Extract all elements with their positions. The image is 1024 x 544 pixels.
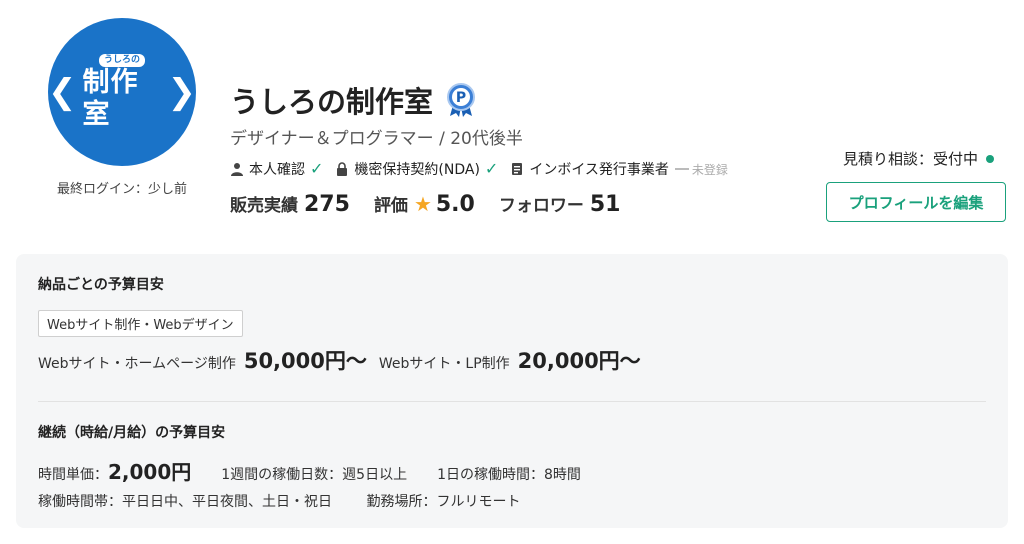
days-per-week: 1週間の稼働日数：週5日以上 xyxy=(221,467,408,483)
followers-label: フォロワー xyxy=(498,196,584,216)
estimate-status: 見積り相談：受付中 xyxy=(843,148,994,169)
rating-value: 5.0 xyxy=(435,192,475,217)
estimate-status-label: 見積り相談：受付中 xyxy=(842,150,978,168)
verification-nda: 機密保持契約(NDA) ✓ xyxy=(335,159,498,179)
continuous-row: 時間単価： 2,000円 1週間の稼働日数：週5日以上 1日の稼働時間：8時間 xyxy=(38,456,986,485)
avatar: ❮ うしろの 制作室 ❯ xyxy=(48,18,196,166)
name-row: うしろの制作室 P xyxy=(230,80,810,120)
status-dot-icon xyxy=(986,154,994,163)
rating-label: 評価 xyxy=(373,196,408,216)
invoice-unregistered: 未登録 xyxy=(674,161,728,178)
logo-small-text: うしろの xyxy=(98,53,145,67)
budget-section: 納品ごとの予算目安 Webサイト制作・Webデザイン Webサイト・ホームページ… xyxy=(16,254,1008,528)
sales-value: 275 xyxy=(304,192,350,217)
price-label: Webサイト・ホームページ制作 xyxy=(38,356,236,372)
verification-row: 本人確認 ✓ 機密保持契約(NDA) ✓ インボイス発行事業者 未登録 xyxy=(230,159,810,179)
lock-icon xyxy=(337,162,348,176)
profile-info: うしろの制作室 P デザイナー＆プログラマー / 20代後半 本人確認 ✓ 機密… xyxy=(230,80,810,217)
time-slots: 稼働時間帯：平日日中、平日夜間、土日・祝日 xyxy=(38,494,332,510)
check-icon: ✓ xyxy=(310,159,324,178)
verification-label: 機密保持契約(NDA) xyxy=(354,162,480,178)
dash-icon xyxy=(674,168,689,170)
logo-right-bracket: ❯ xyxy=(167,72,197,112)
avatar-section: ❮ うしろの 制作室 ❯ 最終ログイン：少し前 xyxy=(48,18,196,197)
logo-text-stack: うしろの 制作室 xyxy=(82,53,162,131)
svg-text:P: P xyxy=(456,90,466,106)
category-tag: Webサイト制作・Webデザイン xyxy=(38,310,243,337)
hours-per-day: 1日の稼働時間：8時間 xyxy=(437,467,581,483)
per-delivery-title: 納品ごとの予算目安 xyxy=(38,277,164,293)
continuous-title: 継続（時給/月給）の予算目安 xyxy=(38,425,226,441)
edit-profile-button[interactable]: プロフィールを編集 xyxy=(826,182,1006,222)
divider xyxy=(38,401,986,402)
last-login: 最終ログイン：少し前 xyxy=(56,182,187,197)
logo-main-text: 制作室 xyxy=(82,66,139,130)
stats-row: 販売実績 275 評価 ★ 5.0 フォロワー 51 xyxy=(230,191,810,217)
unregistered-label: 未登録 xyxy=(691,162,728,177)
price-value: 20,000円〜 xyxy=(517,349,641,373)
profile-subtitle: デザイナー＆プログラマー / 20代後半 xyxy=(230,129,523,149)
person-icon xyxy=(231,163,243,176)
work-location: 勤務場所：フルリモート xyxy=(366,494,521,510)
sales-label: 販売実績 xyxy=(230,196,298,216)
star-icon: ★ xyxy=(413,192,432,216)
price-value: 50,000円〜 xyxy=(243,349,367,373)
avatar-logo: ❮ うしろの 制作室 ❯ xyxy=(48,53,197,131)
followers-value: 51 xyxy=(589,192,621,217)
profile-name: うしろの制作室 xyxy=(230,85,434,119)
premium-badge-icon: P xyxy=(447,83,476,117)
logo-left-bracket: ❮ xyxy=(48,72,77,112)
continuous-row-2: 稼働時間帯：平日日中、平日夜間、土日・祝日 勤務場所：フルリモート xyxy=(38,491,986,511)
verification-label: インボイス発行事業者 xyxy=(529,162,669,178)
verification-label: 本人確認 xyxy=(249,162,305,178)
verification-invoice: インボイス発行事業者 xyxy=(510,159,669,179)
document-icon xyxy=(512,163,523,175)
hourly-value: 2,000円 xyxy=(108,460,192,484)
price-row: Webサイト・ホームページ制作 50,000円〜 Webサイト・LP制作 20,… xyxy=(38,345,986,375)
price-label: Webサイト・LP制作 xyxy=(378,356,510,372)
verification-identity: 本人確認 ✓ xyxy=(230,159,323,179)
hourly-label: 時間単価： xyxy=(38,467,108,483)
check-icon: ✓ xyxy=(484,159,499,178)
